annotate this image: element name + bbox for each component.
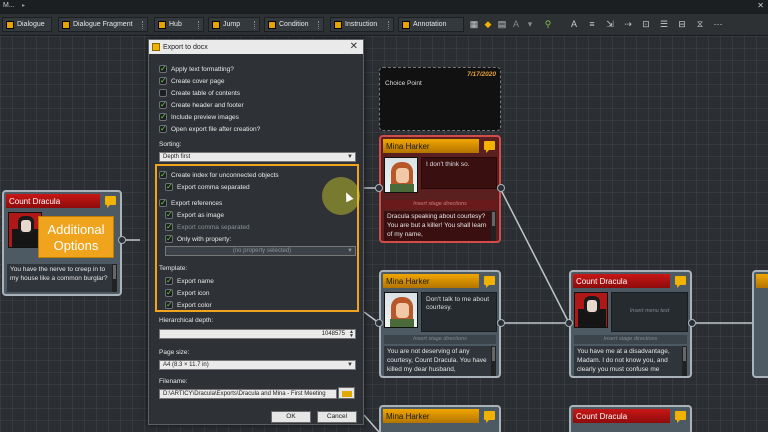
checkbox[interactable] <box>159 100 167 109</box>
cancel-button[interactable]: Cancel <box>317 411 357 423</box>
depth-stepper[interactable]: 1048575 ▲ ▼ <box>159 329 356 339</box>
count-dracula-portrait <box>8 212 42 248</box>
option-include-preview-images[interactable]: Include preview images <box>159 112 239 122</box>
chat-icon <box>675 276 686 288</box>
page-size-label: Page size: <box>159 349 190 356</box>
option-label: Create table of contents <box>171 89 241 97</box>
sorting-value: Depth first <box>163 154 191 160</box>
checkbox[interactable] <box>159 112 167 121</box>
chat-icon <box>484 276 495 288</box>
option-create-header-footer[interactable]: Create header and footer <box>159 100 244 110</box>
node-speaker: Count Dracula <box>6 194 100 208</box>
output-pin[interactable] <box>497 184 505 192</box>
checkbox[interactable] <box>159 124 167 133</box>
chat-icon <box>484 141 495 153</box>
filename-label: Filename: <box>159 378 188 385</box>
node-header <box>756 274 768 288</box>
wire[interactable] <box>363 414 380 432</box>
checkbox[interactable] <box>159 89 167 97</box>
stage-directions[interactable]: Insert stage directions <box>384 200 496 209</box>
scrollbar[interactable] <box>112 264 117 292</box>
scrollbar[interactable] <box>491 211 496 241</box>
menu-text[interactable]: Don't talk to me about courtesy. <box>421 292 497 332</box>
node-speaker: Count Dracula <box>573 274 670 288</box>
dialogue-node-offscreen[interactable] <box>752 270 768 378</box>
option-label: Create header and footer <box>171 101 244 109</box>
depth-value: 1048575 <box>321 331 345 337</box>
output-pin[interactable] <box>497 319 505 327</box>
checkbox[interactable] <box>159 64 167 73</box>
mina-harker-portrait <box>384 157 418 193</box>
count-dracula-portrait <box>574 292 608 328</box>
node-text[interactable]: You are not deserving of any courtesy, C… <box>384 346 496 376</box>
sorting-select[interactable]: Depth first ▼ <box>159 152 356 162</box>
node-text[interactable]: Dracula speaking about courtesy? You are… <box>384 211 496 241</box>
page-size-select[interactable]: A4 (8.3 × 11.7 in) ▼ <box>159 360 356 370</box>
node-text-content: You are not deserving of any courtesy, C… <box>387 348 487 373</box>
page-size-value: A4 (8.3 × 11.7 in) <box>163 362 209 368</box>
output-pin[interactable] <box>688 319 696 327</box>
choice-point-annotation[interactable]: 7/17/2020 Choice Point <box>379 67 501 131</box>
node-speaker: Mina Harker <box>383 274 479 288</box>
node-text[interactable]: You have the nerve to creep in to my hou… <box>7 264 117 292</box>
chevron-down-icon: ▼ <box>347 362 353 368</box>
callout-line-1: Additional <box>47 222 105 237</box>
input-pin[interactable] <box>565 319 573 327</box>
node-speaker: Mina Harker <box>383 139 479 153</box>
chat-icon <box>484 411 495 423</box>
annotation-label: Choice Point <box>385 80 422 87</box>
dialogue-node-count-bottom[interactable]: Count Dracula <box>569 405 692 432</box>
node-text-content: You have the nerve to creep in to my hou… <box>10 266 108 282</box>
node-text-content: You have me at a disadvantage, Madam. I … <box>577 348 670 373</box>
scrollbar[interactable] <box>682 346 687 376</box>
dialogue-node-count-right[interactable]: Count Dracula Insert menu text Insert st… <box>569 270 692 378</box>
close-icon[interactable]: ✕ <box>350 41 358 52</box>
wire[interactable] <box>499 187 570 324</box>
scrollbar[interactable] <box>491 346 496 376</box>
input-pin[interactable] <box>375 319 383 327</box>
node-text[interactable]: You have me at a disadvantage, Madam. I … <box>574 346 687 376</box>
annotation-date: 7/17/2020 <box>467 71 496 78</box>
chevron-down-icon: ▼ <box>347 154 353 160</box>
stage-directions[interactable]: Insert stage directions <box>384 335 496 344</box>
depth-label: Hierarchical depth: <box>159 317 214 324</box>
export-icon <box>152 43 160 51</box>
browse-folder-button[interactable] <box>338 387 355 399</box>
additional-options-callout: Additional Options <box>38 216 114 258</box>
dialog-title-bar: Export to docx ✕ <box>149 40 363 54</box>
option-label: Create cover page <box>171 77 225 85</box>
sorting-label: Sorting: <box>159 141 182 148</box>
checkbox[interactable] <box>159 76 167 85</box>
mina-harker-portrait <box>384 292 418 328</box>
output-pin[interactable] <box>118 236 126 244</box>
menu-text[interactable]: I don't think so. <box>421 157 497 189</box>
dialog-title: Export to docx <box>163 43 208 51</box>
node-speaker: Mina Harker <box>383 409 479 423</box>
option-open-export-file[interactable]: Open export file after creation? <box>159 124 260 134</box>
option-apply-text-formatting[interactable]: Apply text formatting? <box>159 64 234 74</box>
node-speaker: Count Dracula <box>573 409 670 423</box>
stepper-arrows-icon[interactable]: ▲ ▼ <box>347 330 354 338</box>
node-text-content: Dracula speaking about courtesy? You are… <box>387 213 487 238</box>
dialogue-node-mina-mid[interactable]: Mina Harker Don't talk to me about court… <box>379 270 501 378</box>
ok-button[interactable]: OK <box>271 411 311 423</box>
menu-text[interactable]: Insert menu text <box>611 292 688 332</box>
option-create-toc[interactable]: Create table of contents <box>159 88 240 98</box>
chat-icon <box>105 196 116 208</box>
dialogue-node-mina-top[interactable]: Mina Harker I don't think so. Insert sta… <box>379 135 501 243</box>
option-label: Include preview images <box>171 113 239 121</box>
cursor-highlight <box>322 177 360 215</box>
callout-line-2: Options <box>53 238 99 253</box>
option-label: Open export file after creation? <box>171 125 261 133</box>
chat-icon <box>675 411 686 423</box>
stage-directions[interactable]: Insert stage directions <box>574 335 687 344</box>
option-create-cover-page[interactable]: Create cover page <box>159 76 224 86</box>
input-pin[interactable] <box>375 184 383 192</box>
folder-icon <box>342 391 352 397</box>
dialogue-node-mina-bottom[interactable]: Mina Harker <box>379 405 501 432</box>
option-label: Apply text formatting? <box>171 65 234 73</box>
filename-input[interactable]: D:\ARTICY\Dracula\Exports\Dracula and Mi… <box>159 389 337 399</box>
